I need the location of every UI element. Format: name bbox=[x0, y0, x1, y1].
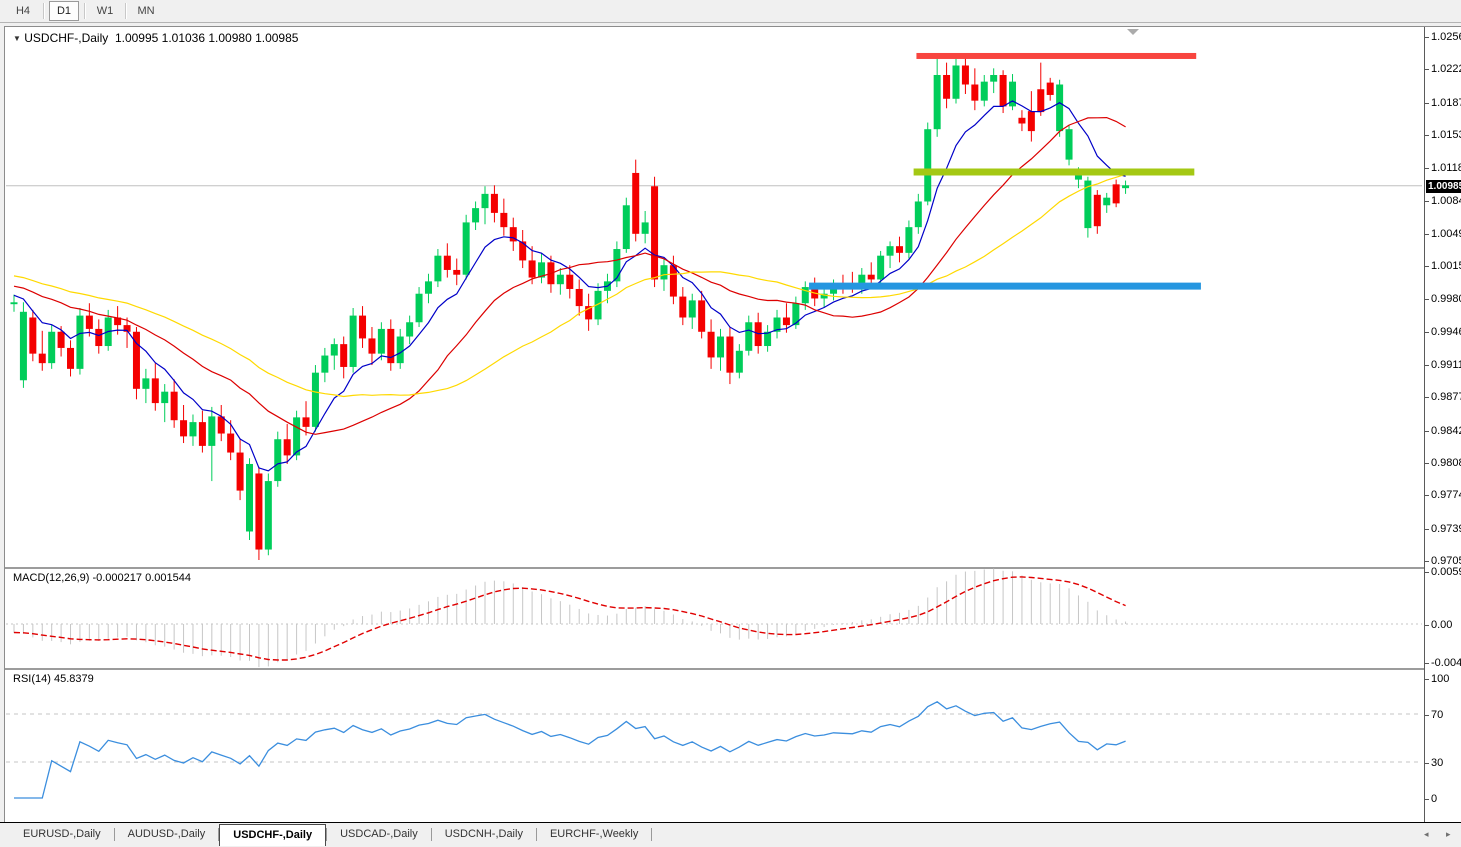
hline-resistance-red[interactable] bbox=[916, 52, 1197, 59]
hline-support-olive[interactable] bbox=[913, 168, 1195, 176]
rsi-line bbox=[14, 701, 1126, 799]
chart-canvas[interactable] bbox=[0, 0, 1461, 846]
macd-layer bbox=[6, 568, 1422, 668]
hline-support-blue[interactable] bbox=[809, 282, 1201, 290]
current-price-line bbox=[6, 29, 1422, 187]
chart-shift-marker-icon bbox=[1127, 29, 1139, 35]
candles-layer bbox=[10, 53, 1130, 561]
rsi-layer bbox=[6, 701, 1422, 799]
